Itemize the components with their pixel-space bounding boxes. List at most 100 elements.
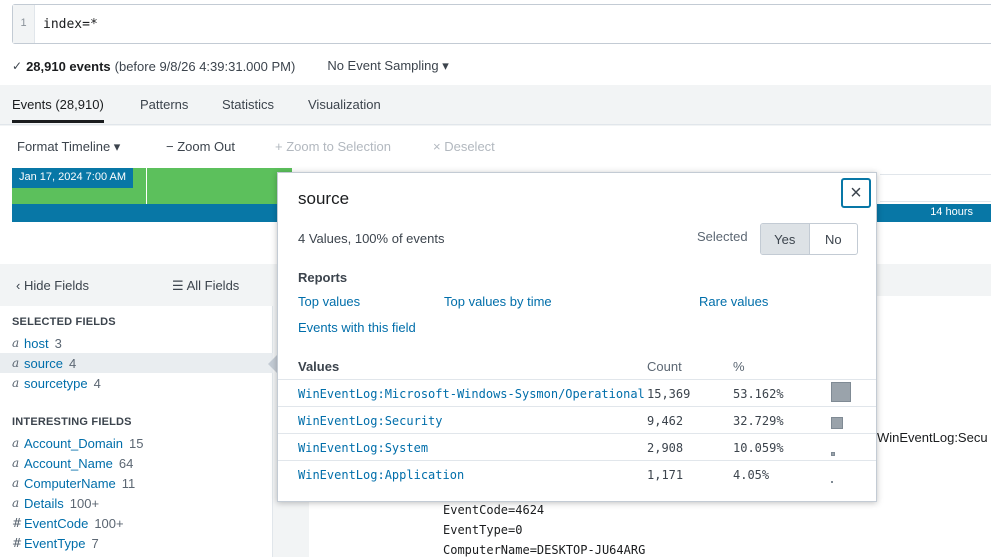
field-type-icon: # [12,536,23,550]
value-percent-bar [831,481,833,483]
selected-label: Selected [697,229,748,244]
field-count: 3 [54,335,62,351]
timeline-toolbar: Format Timeline ▾ − Zoom Out + Zoom to S… [0,126,991,166]
field-type-icon: # [12,516,23,530]
event-source-snippet[interactable]: WinEventLog:Secu [877,430,988,445]
selected-toggle: Yes No [760,223,858,255]
field-count: 7 [91,535,99,551]
chevron-left-icon: ‹ [16,278,24,293]
value-row[interactable]: WinEventLog:Application 1,171 4.05% [278,460,876,487]
field-name[interactable]: EventCode [24,516,88,531]
close-icon[interactable]: × [841,178,871,208]
field-item[interactable]: a sourcetype 4 [0,373,273,393]
timeline-bar-divider [146,168,147,204]
value-link[interactable]: WinEventLog:System [298,441,428,455]
field-name[interactable]: source [24,356,63,371]
field-name[interactable]: Details [24,496,64,511]
field-type-icon: a [12,376,20,390]
event-field-line: EventType=0 [443,523,523,537]
tab-statistics[interactable]: Statistics [222,97,274,112]
field-name[interactable]: EventType [24,536,85,551]
field-item[interactable]: a host 3 [0,333,273,353]
field-item[interactable]: a Account_Name 64 [0,453,273,473]
timeline-grid [880,174,991,202]
field-count: 4 [69,355,77,371]
field-name[interactable]: ComputerName [24,476,116,491]
value-count: 9,462 [647,414,684,428]
field-count: 11 [121,475,136,491]
values-column-header: Values [298,359,340,374]
field-name[interactable]: Account_Name [24,456,113,471]
popover-arrow [268,355,277,373]
field-count: 100+ [94,515,124,531]
zoom-to-selection-button[interactable]: + Zoom to Selection [275,139,391,154]
field-count: 15 [129,435,144,451]
event-field-line: EventCode=4624 [443,503,545,517]
reports-title: Reports [298,270,348,285]
field-count: 64 [118,455,134,471]
format-timeline-button[interactable]: Format Timeline ▾ [17,139,120,155]
rare-values-link[interactable]: Rare values [699,294,768,309]
hide-fields-button[interactable]: ‹ Hide Fields [16,278,89,293]
check-icon: ✓ [12,59,23,73]
all-fields-button[interactable]: ☰ All Fields [172,278,239,294]
value-percent: 32.729% [733,414,784,428]
interesting-fields-title: INTERESTING FIELDS [12,416,132,428]
tab-patterns[interactable]: Patterns [140,97,188,112]
percent-column-header: % [733,359,745,374]
field-name[interactable]: sourcetype [24,376,88,391]
value-row[interactable]: WinEventLog:Microsoft-Windows-Sysmon/Ope… [278,379,876,406]
value-row[interactable]: WinEventLog:Security 9,462 32.729% [278,406,876,433]
field-item[interactable]: a source 4 [0,353,273,373]
value-link[interactable]: WinEventLog:Application [298,468,464,482]
field-type-icon: a [12,356,20,370]
field-type-icon: a [12,456,20,470]
field-item[interactable]: # EventCode 100+ [0,513,273,533]
value-link[interactable]: WinEventLog:Security [298,414,443,428]
selected-no-button[interactable]: No [810,224,858,254]
search-bar[interactable]: 1 index=* [12,4,991,44]
top-values-by-time-link[interactable]: Top values by time [444,294,552,309]
field-summary-popover: source × 4 Values, 100% of events Select… [277,172,877,502]
value-link[interactable]: WinEventLog:Microsoft-Windows-Sysmon/Ope… [298,387,645,401]
all-fields-label: All Fields [186,278,240,293]
field-count: 4 [93,375,101,391]
hide-fields-label: Hide Fields [23,278,89,293]
field-name[interactable]: Account_Domain [24,436,123,451]
value-percent: 4.05% [733,468,770,482]
field-item[interactable]: a Account_Domain 15 [0,433,273,453]
list-icon: ☰ [172,278,187,293]
tab-events[interactable]: Events (28,910) [12,97,104,123]
selected-fields-title: SELECTED FIELDS [12,316,116,328]
tab-visualization[interactable]: Visualization [308,97,381,112]
value-row[interactable]: WinEventLog:System 2,908 10.059% [278,433,876,460]
field-type-icon: a [12,436,20,450]
value-percent-bar [831,452,835,456]
fields-sidebar: ‹ Hide Fields ☰ All Fields SELECTED FIEL… [0,264,273,557]
zoom-out-button[interactable]: − Zoom Out [166,139,235,154]
timeline-span-label: 14 hours [930,206,973,218]
value-count: 2,908 [647,441,684,455]
selected-yes-button[interactable]: Yes [761,224,810,254]
value-count: 1,171 [647,468,684,482]
popover-title: source [298,189,350,208]
field-item[interactable]: a Details 100+ [0,493,273,513]
field-item[interactable]: # EventType 7 [0,533,273,553]
top-values-link[interactable]: Top values [298,294,360,309]
events-with-field-link[interactable]: Events with this field [298,320,416,335]
event-summary: ✓ 28,910 events (before 9/8/26 4:39:31.0… [12,58,449,74]
field-count: 100+ [69,495,100,511]
value-percent-bar [831,382,851,402]
time-range-text: (before 9/8/26 4:39:31.000 PM) [114,58,296,74]
field-type-icon: a [12,336,20,350]
search-query[interactable]: index=* [35,5,106,43]
line-number: 1 [13,5,35,43]
event-sampling-dropdown[interactable]: No Event Sampling ▾ [327,58,448,74]
field-name[interactable]: host [24,336,49,351]
deselect-button[interactable]: × Deselect [433,139,495,154]
value-percent: 53.162% [733,387,784,401]
field-item[interactable]: a ComputerName 11 [0,473,273,493]
value-percent: 10.059% [733,441,784,455]
timeline-date-label: Jan 17, 2024 7:00 AM [12,168,134,188]
value-count: 15,369 [647,387,691,401]
